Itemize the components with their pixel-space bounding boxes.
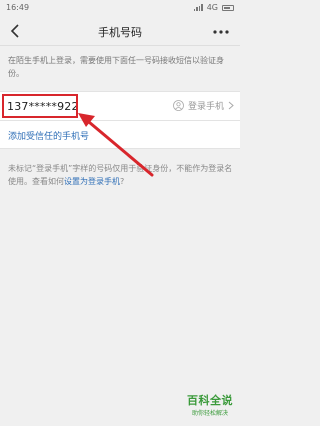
footnote-suffix: ? [120, 177, 125, 186]
status-time: 16:49 [6, 3, 30, 12]
set-login-phone-button[interactable]: 登录手机 [173, 99, 234, 112]
phone-number-row[interactable]: 137*****922 登录手机 [0, 91, 240, 121]
watermark-subtitle: 助你轻松解决 [191, 410, 228, 417]
status-bar: 16:49 4G [0, 0, 240, 16]
network-type: 4G [206, 3, 218, 12]
user-icon [173, 100, 184, 111]
page-title: 手机号码 [98, 26, 142, 39]
add-trusted-phone-row[interactable]: 添加受信任的手机号 [0, 121, 240, 149]
footnote: 未标记“登录手机”字样的号码仅用于验证身份，不能作为登录名使用。查看如何设置为登… [8, 162, 234, 188]
status-icons: 4G [193, 3, 234, 12]
highlight-annotation-box [2, 94, 78, 118]
more-dots-icon [213, 30, 229, 34]
chevron-right-icon [228, 101, 234, 110]
watermark-title: 百科全说 [187, 394, 233, 407]
more-options-button[interactable] [212, 24, 230, 38]
watermark-logo: 百科全说 助你轻松解决 [186, 392, 234, 418]
login-phone-label: 登录手机 [187, 102, 224, 112]
set-login-phone-link[interactable]: 设置为登录手机 [64, 177, 120, 186]
add-trusted-phone-link[interactable]: 添加受信任的手机号 [8, 129, 89, 142]
nav-bar: 手机号码 [0, 16, 240, 46]
battery-icon [222, 4, 234, 11]
verification-notice: 在陌生手机上登录，需要使用下面任一号码接收短信以验证身份。 [8, 56, 224, 78]
signal-icon [193, 4, 203, 11]
